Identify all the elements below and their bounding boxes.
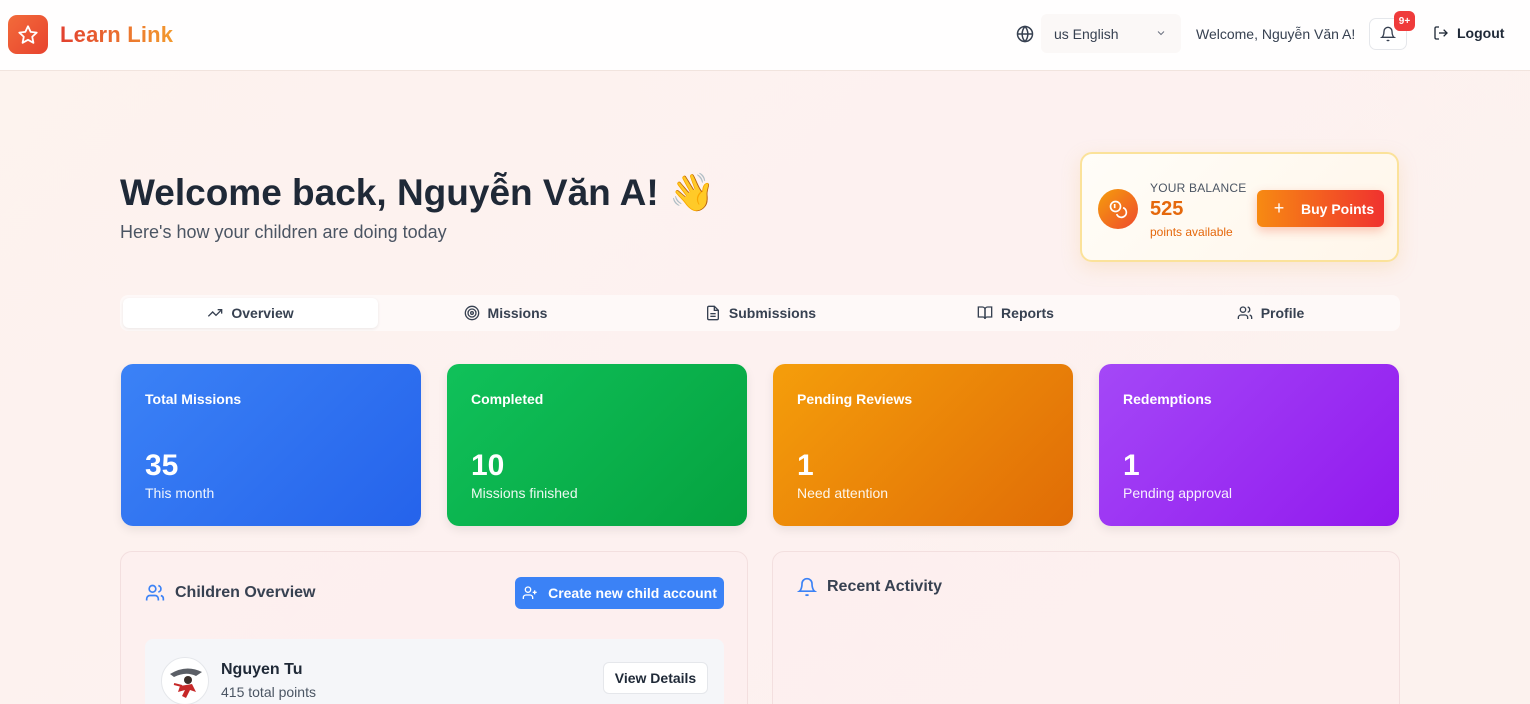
balance-caption: points available xyxy=(1150,225,1233,239)
logo-star-icon[interactable] xyxy=(8,15,48,54)
stat-card-redemptions: Redemptions 1 Pending approval xyxy=(1099,364,1399,526)
globe-icon xyxy=(1016,25,1034,43)
balance-label: YOUR BALANCE xyxy=(1150,181,1247,195)
stat-title: Redemptions xyxy=(1123,391,1212,407)
child-list-item: Nguyen Tu 415 total points View Details xyxy=(145,639,724,704)
trending-up-icon xyxy=(208,309,223,317)
stat-title: Completed xyxy=(471,391,544,407)
language-select[interactable]: us English xyxy=(1041,14,1181,53)
avatar xyxy=(161,657,209,704)
tab-submissions[interactable]: Submissions xyxy=(633,298,888,328)
chevron-down-icon xyxy=(1157,31,1165,36)
stat-subtitle: This month xyxy=(145,485,215,501)
bell-icon xyxy=(1380,26,1396,42)
panel-title-label: Children Overview xyxy=(175,584,316,601)
stat-card-pending-reviews: Pending Reviews 1 Need attention xyxy=(773,364,1073,526)
tab-label: Submissions xyxy=(728,305,817,321)
header-welcome-text: Welcome, Nguyễn Văn A! xyxy=(1196,26,1356,42)
notification-badge: 9+ xyxy=(1394,11,1415,31)
buy-points-button[interactable]: + Buy Points xyxy=(1257,190,1384,227)
child-name: Nguyen Tu xyxy=(221,661,303,678)
stat-title: Pending Reviews xyxy=(797,391,913,407)
balance-value: 525 xyxy=(1150,198,1184,220)
tab-overview[interactable]: Overview xyxy=(123,298,378,328)
user-plus-icon xyxy=(522,586,537,599)
tab-missions[interactable]: Missions xyxy=(378,298,633,328)
tab-profile[interactable]: Profile xyxy=(1143,298,1398,328)
create-child-label: Create new child account xyxy=(548,585,717,601)
child-points: 415 total points xyxy=(221,684,316,700)
panel-title-label: Recent Activity xyxy=(827,578,942,595)
stat-subtitle: Need attention xyxy=(797,485,889,501)
stat-subtitle: Pending approval xyxy=(1123,485,1232,501)
stat-value: 1 xyxy=(1123,449,1140,482)
target-icon xyxy=(464,305,479,321)
app-name[interactable]: Learn Link xyxy=(60,22,173,48)
logout-button[interactable]: Logout xyxy=(1433,25,1504,41)
tab-label: Reports xyxy=(1001,305,1054,321)
stat-value: 35 xyxy=(145,449,179,482)
view-details-button[interactable]: View Details xyxy=(603,662,708,694)
coins-icon xyxy=(1098,189,1138,229)
tab-reports[interactable]: Reports xyxy=(888,298,1143,328)
language-value: us English xyxy=(1054,25,1119,42)
logout-icon xyxy=(1434,26,1448,40)
buy-points-label: Buy Points xyxy=(1301,200,1375,217)
tab-label: Missions xyxy=(487,305,548,321)
recent-activity-title: Recent Activity xyxy=(797,577,942,597)
book-open-icon xyxy=(977,306,993,320)
stat-title: Total Missions xyxy=(145,391,242,407)
users-icon xyxy=(145,584,165,601)
dashboard-tabs: Overview Missions Submissions Reports Pr… xyxy=(120,295,1400,331)
children-overview-panel: Children Overview Create new child accou… xyxy=(120,551,748,704)
bell-icon xyxy=(797,577,817,597)
children-overview-title: Children Overview xyxy=(145,583,316,603)
recent-activity-panel: Recent Activity xyxy=(772,551,1400,704)
page-title: Welcome back, Nguyễn Văn A! 👋 xyxy=(120,172,716,213)
page-subtitle: Here's how your children are doing today xyxy=(120,222,447,242)
stat-subtitle: Missions finished xyxy=(471,485,578,501)
stat-value: 1 xyxy=(797,449,814,482)
create-child-account-button[interactable]: Create new child account xyxy=(515,577,724,609)
stat-card-completed: Completed 10 Missions finished xyxy=(447,364,747,526)
stat-card-total-missions: Total Missions 35 This month xyxy=(121,364,421,526)
users-icon xyxy=(1237,306,1253,319)
plus-icon: + xyxy=(1273,198,1285,218)
tab-label: Overview xyxy=(231,305,294,321)
logout-label: Logout xyxy=(1457,25,1505,41)
top-header: Learn Link us English Welcome, Nguyễn Vă… xyxy=(0,0,1530,71)
file-text-icon xyxy=(706,305,719,321)
balance-card: YOUR BALANCE 525 points available + Buy … xyxy=(1080,152,1399,262)
tab-label: Profile xyxy=(1260,305,1305,321)
stat-value: 10 xyxy=(471,449,505,482)
